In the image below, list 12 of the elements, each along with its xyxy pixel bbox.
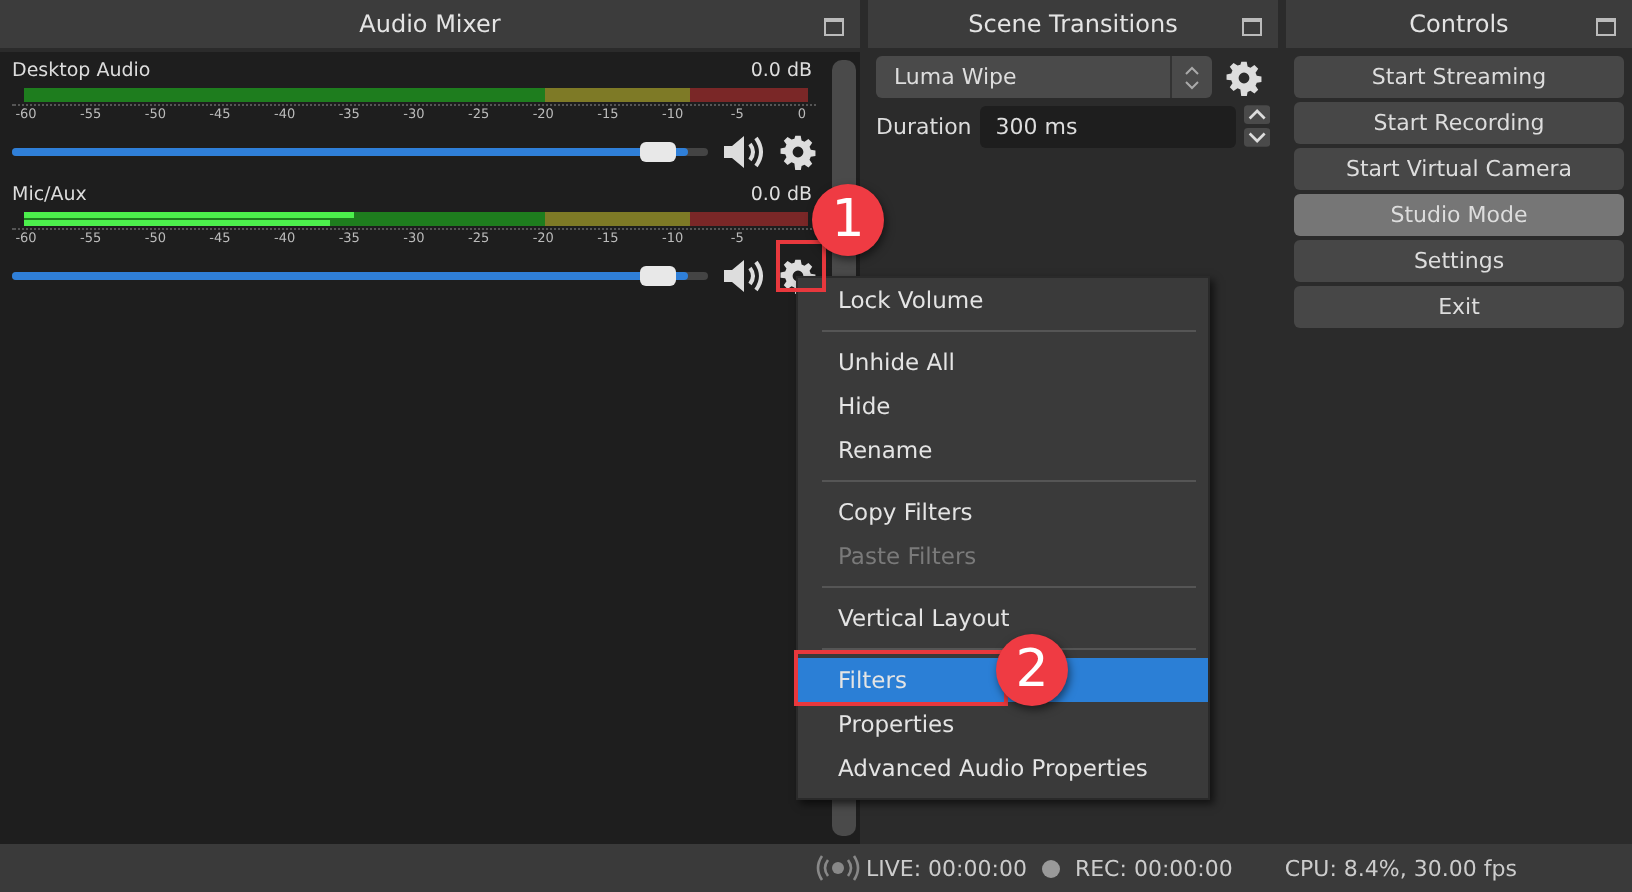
rec-time: REC: 00:00:00: [1074, 855, 1233, 881]
panel-header: Controls: [1286, 0, 1632, 48]
volume-reading: 0.0 dB: [750, 60, 812, 82]
cpu-usage: CPU: 8.4%, 30.00 fps: [1284, 855, 1517, 881]
panel-header: Audio Mixer: [0, 0, 860, 48]
panel-header: Scene Transitions: [868, 0, 1278, 48]
channel-name: Mic/Aux: [12, 184, 87, 206]
duration-label: Duration: [876, 113, 972, 139]
live-time: LIVE: 00:00:00: [866, 855, 1027, 881]
step-badge: 1: [812, 184, 884, 256]
channel-name: Desktop Audio: [12, 60, 151, 82]
volume-reading: 0.0 dB: [750, 184, 812, 206]
